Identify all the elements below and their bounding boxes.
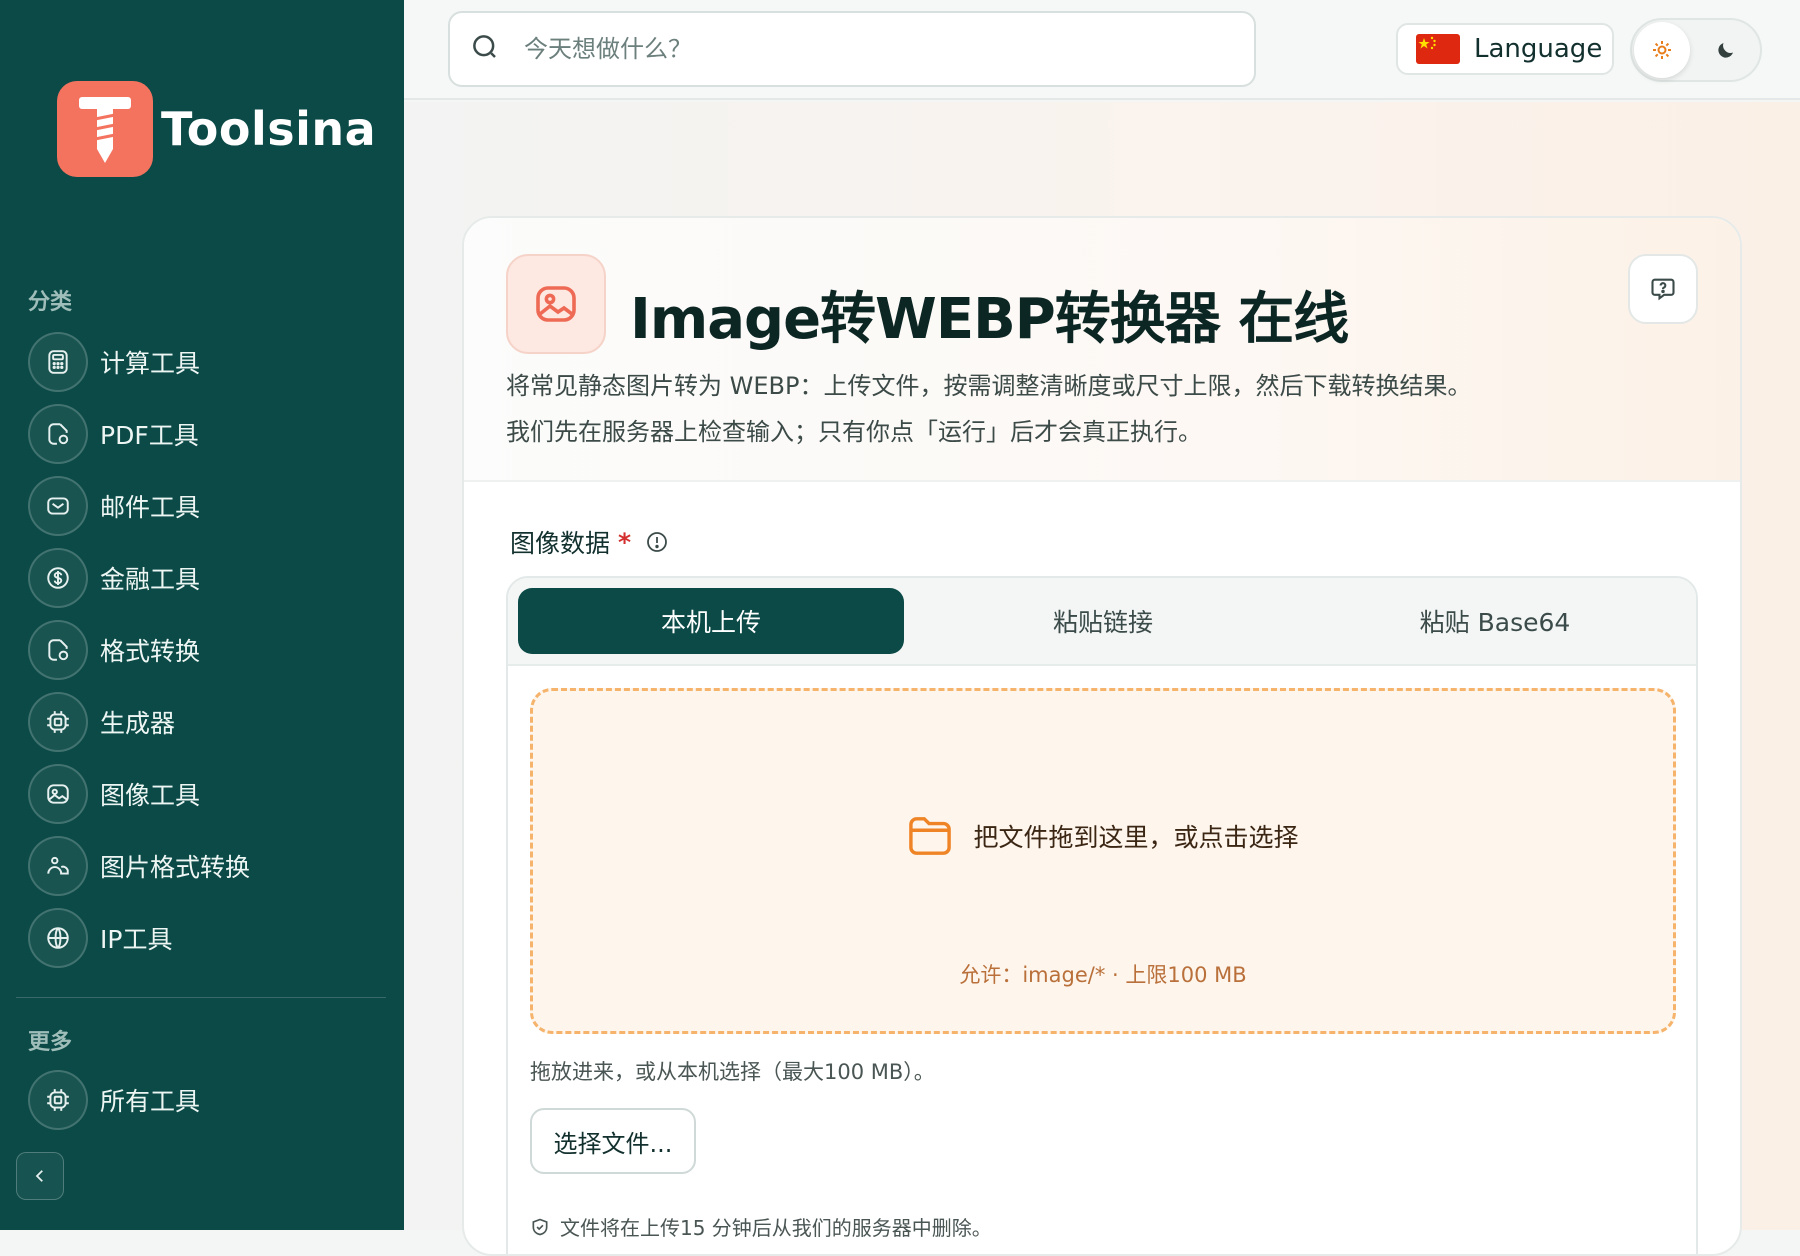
deletion-note-text: 文件将在上传15 分钟后从我们的服务器中删除。 [560, 1216, 992, 1240]
cpu-icon [28, 692, 88, 752]
sidebar-item-label: PDF工具 [100, 421, 199, 450]
sidebar-item-label: 所有工具 [100, 1087, 201, 1116]
sidebar-item-generator[interactable]: 生成器 [28, 692, 388, 752]
help-button[interactable] [1628, 254, 1698, 324]
search-icon [470, 32, 500, 66]
sidebar-item-pdf[interactable]: PDF工具 [28, 404, 388, 464]
collapse-sidebar-button[interactable] [16, 1152, 64, 1200]
sidebar-item-label: 图片格式转换 [100, 853, 251, 882]
image-data-field-label: 图像数据 * [510, 524, 669, 560]
more-section-title: 更多 [28, 1030, 73, 1055]
sidebar-item-label: 金融工具 [100, 565, 201, 594]
brand-name: Toolsina [161, 102, 377, 156]
dropzone-text: 把文件拖到这里，或点击选择 [973, 823, 1299, 852]
sidebar-item-format-convert[interactable]: 格式转换 [28, 620, 388, 680]
language-label: Language [1474, 34, 1603, 64]
tool-card: Image转WEBP转换器 在线 将常见静态图片转为 WEBP：上传文件，按需调… [462, 216, 1742, 1256]
dropzone-prompt: 把文件拖到这里，或点击选择 [533, 815, 1673, 857]
page-title: Image转WEBP转换器 在线 [630, 287, 1349, 352]
image-icon [28, 764, 88, 824]
tab-local-upload[interactable]: 本机上传 [518, 588, 904, 654]
category-list: 计算工具 PDF工具 邮件工具 金融工具 格式转换 生成器 图像工具 图片格式转… [28, 332, 388, 982]
help-chat-icon [1651, 278, 1675, 301]
theme-toggle[interactable] [1630, 18, 1762, 82]
toolsina-logo-icon [57, 81, 153, 177]
sidebar-item-label: IP工具 [100, 925, 173, 954]
sidebar-item-image-format[interactable]: 图片格式转换 [28, 836, 388, 896]
brand[interactable]: Toolsina [57, 81, 376, 177]
sidebar: Toolsina 分类 计算工具 PDF工具 邮件工具 金融工具 格式转换 生成… [0, 0, 404, 1230]
light-theme-button[interactable] [1634, 22, 1690, 78]
sidebar-item-mail[interactable]: 邮件工具 [28, 476, 388, 536]
tab-paste-base64[interactable]: 粘贴 Base64 [1302, 588, 1688, 654]
field-label-text: 图像数据 [510, 529, 611, 558]
mail-icon [28, 476, 88, 536]
tool-header: Image转WEBP转换器 在线 将常见静态图片转为 WEBP：上传文件，按需调… [464, 218, 1740, 482]
dollar-icon [28, 548, 88, 608]
choose-file-button[interactable]: 选择文件... [530, 1108, 696, 1174]
shield-check-icon [532, 1218, 548, 1235]
moon-icon [1718, 43, 1733, 58]
sidebar-item-label: 邮件工具 [100, 493, 201, 522]
required-mark: * [618, 527, 632, 557]
sidebar-item-label: 计算工具 [100, 349, 201, 378]
sidebar-item-label: 图像工具 [100, 781, 201, 810]
chevron-left-icon [35, 1170, 43, 1182]
tab-paste-link[interactable]: 粘贴链接 [910, 588, 1296, 654]
upload-panel: 本机上传 粘贴链接 粘贴 Base64 把文件拖到这里，或点击选择 允许：ima… [506, 576, 1698, 1254]
tool-description-line-2: 我们先在服务器上检查输入；只有你点「运行」后才会真正执行。 [506, 418, 1202, 446]
deletion-note: 文件将在上传15 分钟后从我们的服务器中删除。 [530, 1212, 992, 1241]
file-convert-icon [28, 620, 88, 680]
sidebar-item-all-tools[interactable]: 所有工具 [28, 1070, 200, 1130]
search-input[interactable] [522, 34, 1222, 64]
info-icon[interactable] [645, 530, 669, 554]
cpu-icon [28, 1070, 88, 1130]
sun-icon [1653, 41, 1671, 59]
china-flag-icon [1416, 34, 1460, 64]
input-mode-tabs: 本机上传 粘贴链接 粘贴 Base64 [508, 578, 1696, 666]
file-icon [28, 404, 88, 464]
topbar: Language [404, 0, 1800, 100]
image-icon [506, 254, 606, 354]
sidebar-item-finance[interactable]: 金融工具 [28, 548, 388, 608]
sidebar-item-image-tools[interactable]: 图像工具 [28, 764, 388, 824]
dark-theme-button[interactable] [1698, 22, 1754, 78]
sidebar-item-ip[interactable]: IP工具 [28, 908, 388, 968]
image-person-icon [28, 836, 88, 896]
file-dropzone[interactable]: 把文件拖到这里，或点击选择 允许：image/* · 上限100 MB [530, 688, 1676, 1034]
folder-icon [909, 817, 952, 855]
sidebar-item-label: 格式转换 [100, 637, 201, 666]
category-section-title: 分类 [28, 290, 73, 315]
tool-description-line-1: 将常见静态图片转为 WEBP：上传文件，按需调整清晰度或尺寸上限，然后下载转换结… [506, 372, 1472, 400]
sidebar-item-calculator[interactable]: 计算工具 [28, 332, 388, 392]
globe-icon [28, 908, 88, 968]
sidebar-divider [16, 997, 386, 998]
upload-hint: 拖放进来，或从本机选择（最大100 MB）。 [530, 1060, 935, 1084]
dropzone-allowed-types: 允许：image/* · 上限100 MB [959, 963, 1247, 987]
language-button[interactable]: Language [1396, 23, 1614, 75]
sidebar-item-label: 生成器 [100, 709, 176, 738]
search-box[interactable] [448, 11, 1256, 87]
calculator-icon [28, 332, 88, 392]
